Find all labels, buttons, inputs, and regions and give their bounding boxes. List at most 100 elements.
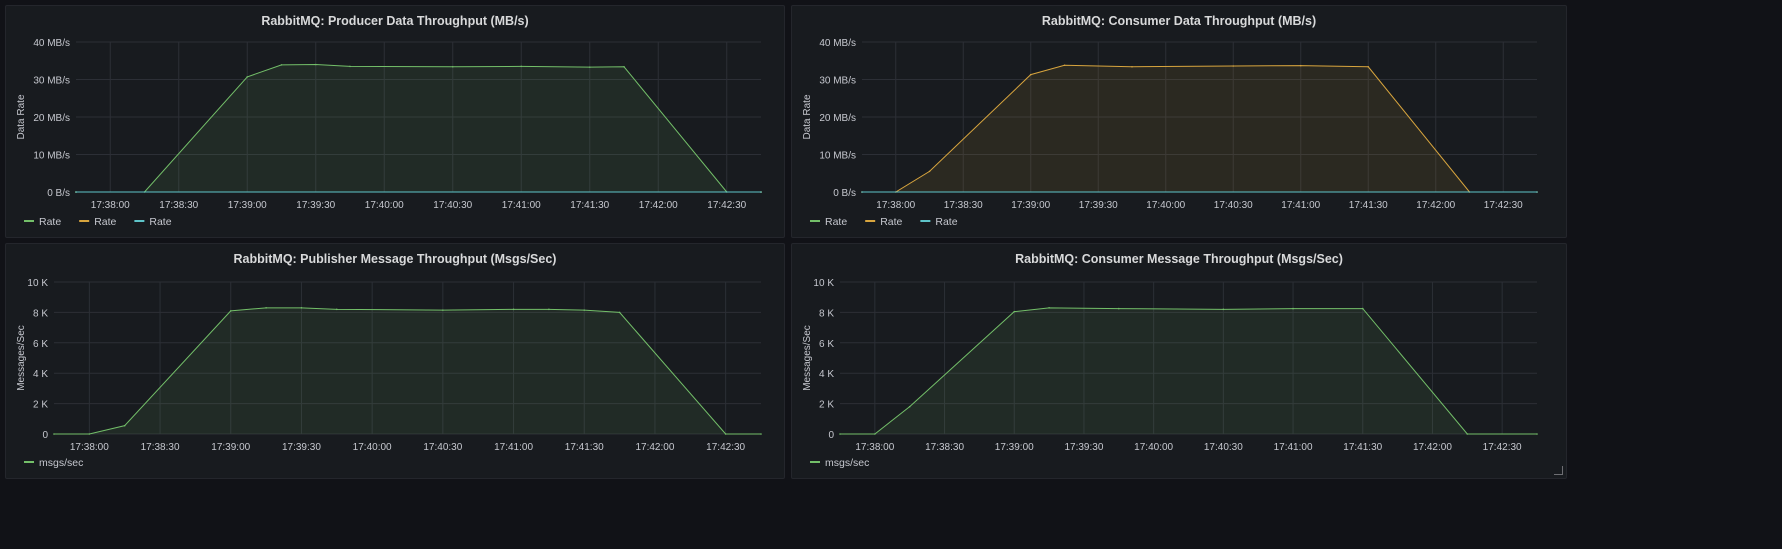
y-tick-label: 10 K [813,278,834,289]
y-tick-label: 10 MB/s [819,151,856,162]
panel-consumer-message-throughput[interactable]: RabbitMQ: Consumer Message Throughput (M… [791,243,1567,479]
data-point [1536,433,1538,435]
x-tick-label: 17:42:30 [706,442,745,453]
y-tick-label: 0 B/s [833,188,856,199]
data-point [300,307,303,309]
data-point [908,405,911,408]
data-point [88,433,91,435]
y-tick-label: 20 MB/s [33,113,70,124]
y-tick-label: 0 [828,430,834,441]
legend-item[interactable]: Rate [825,216,847,228]
data-point [512,308,515,311]
x-tick-label: 17:40:30 [1204,442,1243,453]
y-axis-label: Data Rate [802,94,813,139]
x-tick-label: 17:39:30 [1064,442,1103,453]
data-point [548,308,550,311]
data-point [618,311,621,314]
panel-publisher-message-throughput[interactable]: RabbitMQ: Publisher Message Throughput (… [5,243,785,479]
data-point [760,191,762,193]
data-point [1367,65,1370,68]
y-tick-label: 4 K [819,369,834,380]
x-tick-label: 17:41:30 [570,200,609,211]
legend-item[interactable]: Rate [935,216,957,228]
data-point [1466,433,1469,435]
resize-handle[interactable] [1554,466,1563,475]
x-tick-label: 17:40:00 [1134,442,1173,453]
data-point [928,170,931,173]
y-tick-label: 10 K [27,278,48,289]
chart-svg: 0 2 K 4 K 6 K 8 K 10 K 17:38:00 17:38:30 17:39:0… [16,278,762,469]
x-tick-label: 17:42:00 [635,442,674,453]
y-tick-label: 6 K [819,339,834,350]
x-tick-label: 17:39:00 [211,442,250,453]
x-tick-label: 17:41:00 [494,442,533,453]
x-tick-label: 17:40:00 [365,200,404,211]
data-point [442,309,444,311]
data-point [1048,307,1050,309]
dashboard-grid: RabbitMQ: Producer Data Throughput (MB/s… [0,0,1782,549]
legend-item[interactable]: msgs/sec [39,457,83,469]
chart-svg: 0 B/s 10 MB/s 20 MB/s 30 MB/s 40 MB/s 17:38:0… [802,38,1538,228]
x-tick-label: 17:41:00 [1281,200,1320,211]
y-tick-label: 20 MB/s [819,113,856,124]
x-tick-label: 17:38:30 [925,442,964,453]
y-tick-label: 0 [42,430,48,441]
x-tick-label: 17:42:00 [1413,442,1452,453]
x-tick-label: 17:40:00 [353,442,392,453]
x-tick-label: 17:41:30 [565,442,604,453]
x-tick-label: 17:38:00 [855,442,894,453]
chart-svg: 0 2 K 4 K 6 K 8 K 10 K 17:38:00 17:38:30 17:39:0… [802,278,1538,469]
x-tick-label: 17:38:30 [141,442,180,453]
x-tick-label: 17:39:30 [282,442,321,453]
data-point [75,191,77,193]
x-tick-label: 17:42:30 [1483,442,1522,453]
data-point [623,65,625,68]
y-axis-label: Messages/Sec [802,325,813,391]
data-point [349,65,351,68]
data-point [53,433,55,435]
data-point [1361,307,1364,310]
x-tick-label: 17:41:30 [1343,442,1382,453]
panel-consumer-data-throughput[interactable]: RabbitMQ: Consumer Data Throughput (MB/s… [791,5,1567,238]
panel-producer-data-throughput[interactable]: RabbitMQ: Producer Data Throughput (MB/s… [5,5,785,238]
x-tick-label: 17:39:00 [1011,200,1050,211]
y-tick-label: 6 K [33,339,48,350]
data-point [1536,191,1538,193]
x-tick-label: 17:40:00 [1146,200,1185,211]
data-point [336,308,338,311]
x-tick-label: 17:38:00 [91,200,130,211]
y-tick-label: 2 K [33,400,48,411]
data-point [1118,307,1120,310]
legend-item[interactable]: Rate [94,216,116,228]
y-axis-label: Messages/Sec [16,325,27,391]
x-tick-label: 17:41:30 [1349,200,1388,211]
data-point [1292,307,1294,310]
data-point [874,433,876,435]
y-tick-label: 30 MB/s [819,76,856,87]
data-point [583,309,586,311]
legend-item[interactable]: msgs/sec [825,457,869,469]
x-tick-label: 17:42:30 [707,200,746,211]
x-tick-label: 17:40:30 [433,200,472,211]
x-tick-label: 17:40:30 [423,442,462,453]
x-tick-label: 17:42:30 [1484,200,1523,211]
x-tick-label: 17:42:00 [1416,200,1455,211]
x-tick-label: 17:38:30 [159,200,198,211]
data-point [265,307,267,309]
x-tick-label: 17:42:00 [639,200,678,211]
y-tick-label: 40 MB/s [33,38,70,49]
legend-item[interactable]: Rate [880,216,902,228]
data-point [760,433,762,435]
x-tick-label: 17:41:00 [502,200,541,211]
y-tick-label: 8 K [819,308,834,319]
y-tick-label: 4 K [33,369,48,380]
y-axis-label: Data Rate [16,94,27,139]
data-point [123,424,126,427]
data-point [280,64,283,66]
legend-item[interactable]: Rate [39,216,61,228]
legend-item[interactable]: Rate [149,216,171,228]
y-tick-label: 2 K [819,400,834,411]
data-point [229,310,232,312]
x-tick-label: 17:38:00 [876,200,915,211]
x-tick-label: 17:38:00 [70,442,109,453]
